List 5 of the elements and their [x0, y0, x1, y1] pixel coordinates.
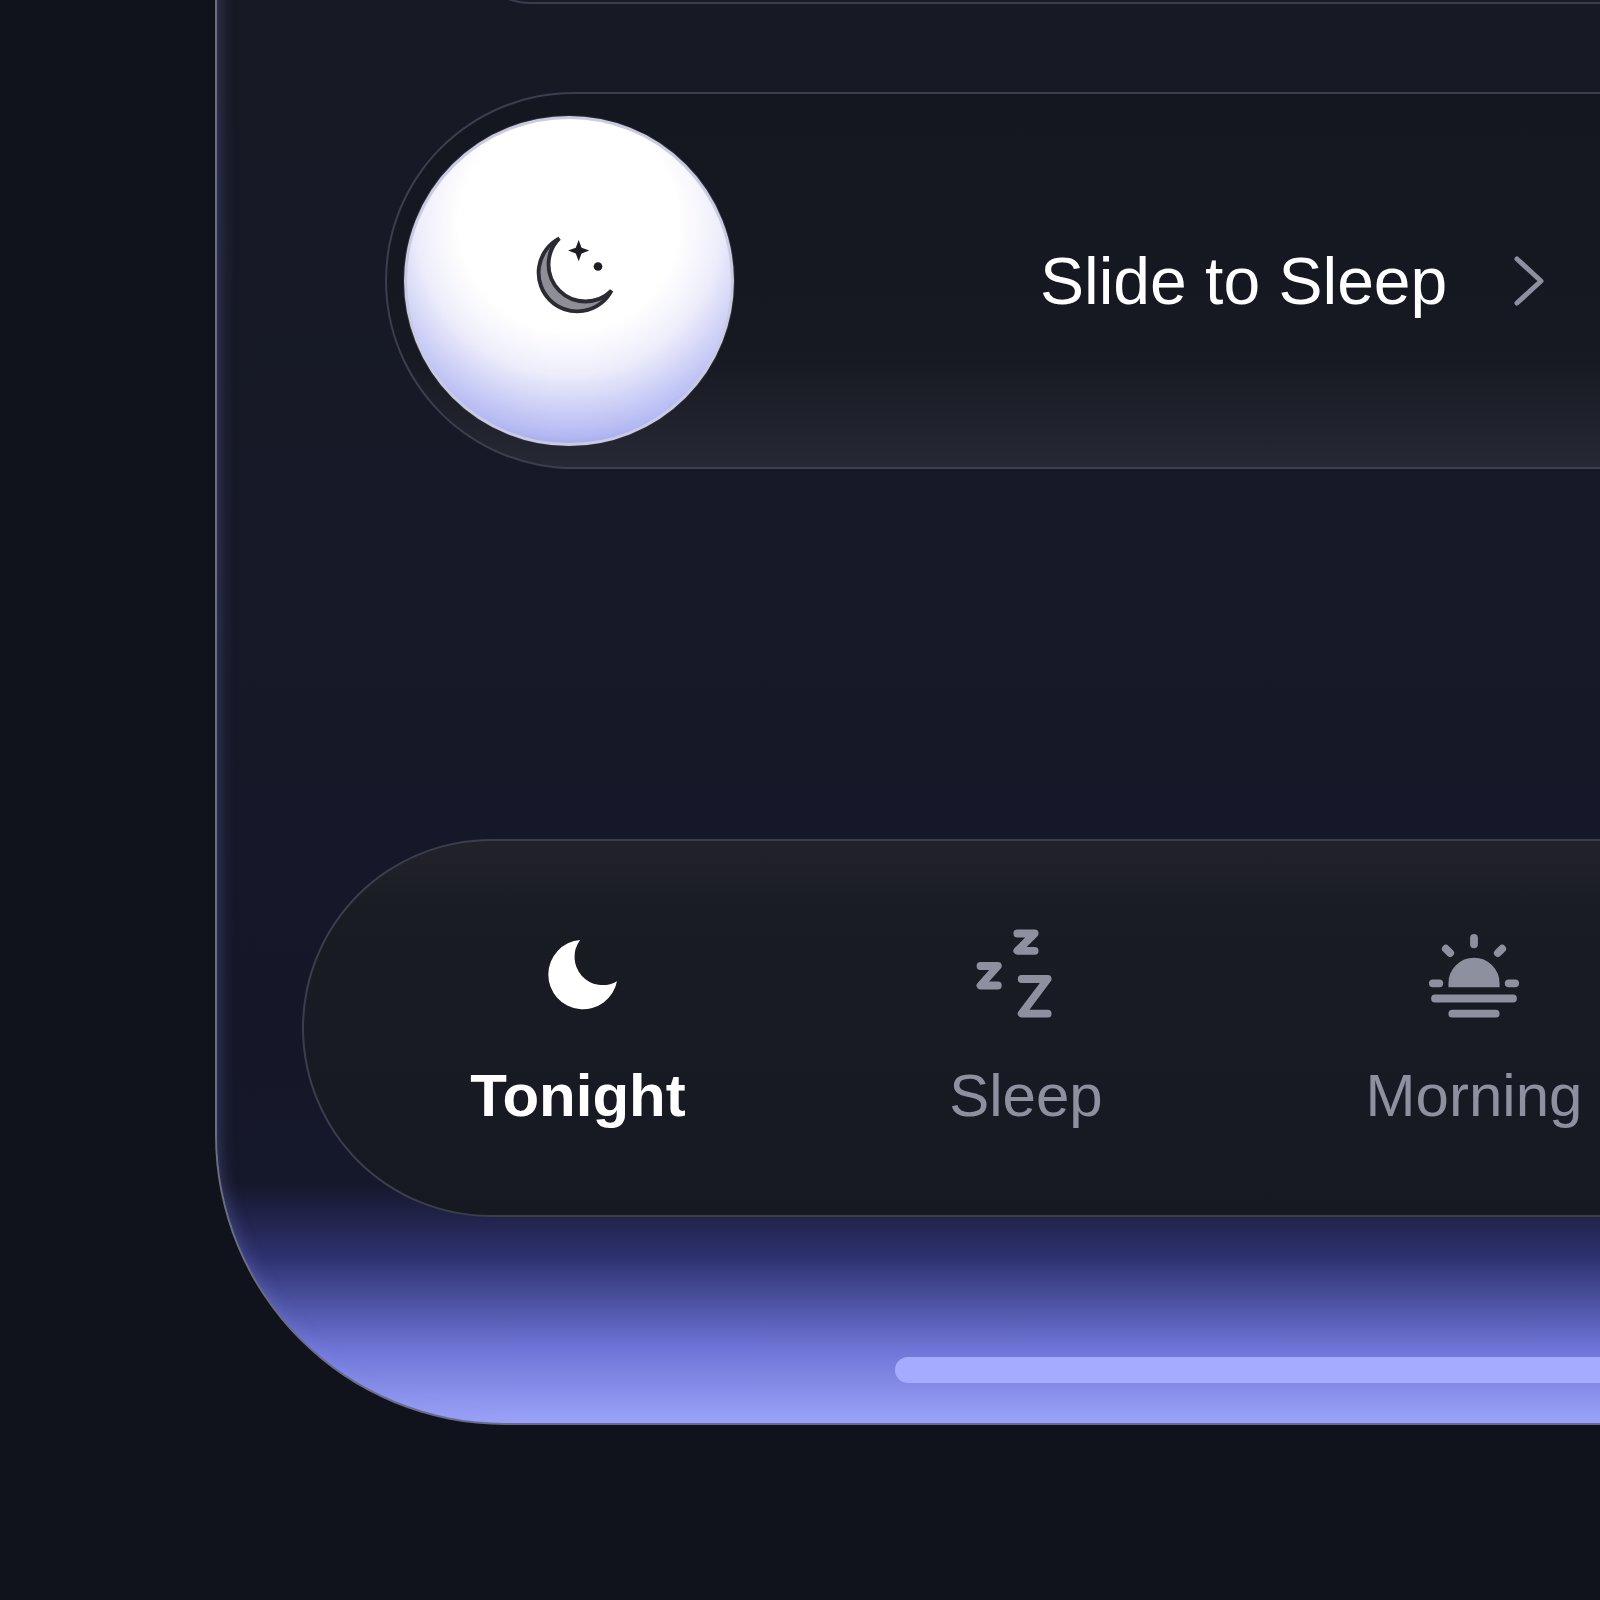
slide-to-sleep-track[interactable]: Slide to Sleep [385, 92, 1600, 469]
slider-label: Slide to Sleep [1040, 242, 1448, 319]
tab[interactable]: Tonight [354, 926, 802, 1130]
tab[interactable]: Morning [1250, 926, 1600, 1130]
tab[interactable]: Sleep [802, 926, 1250, 1130]
